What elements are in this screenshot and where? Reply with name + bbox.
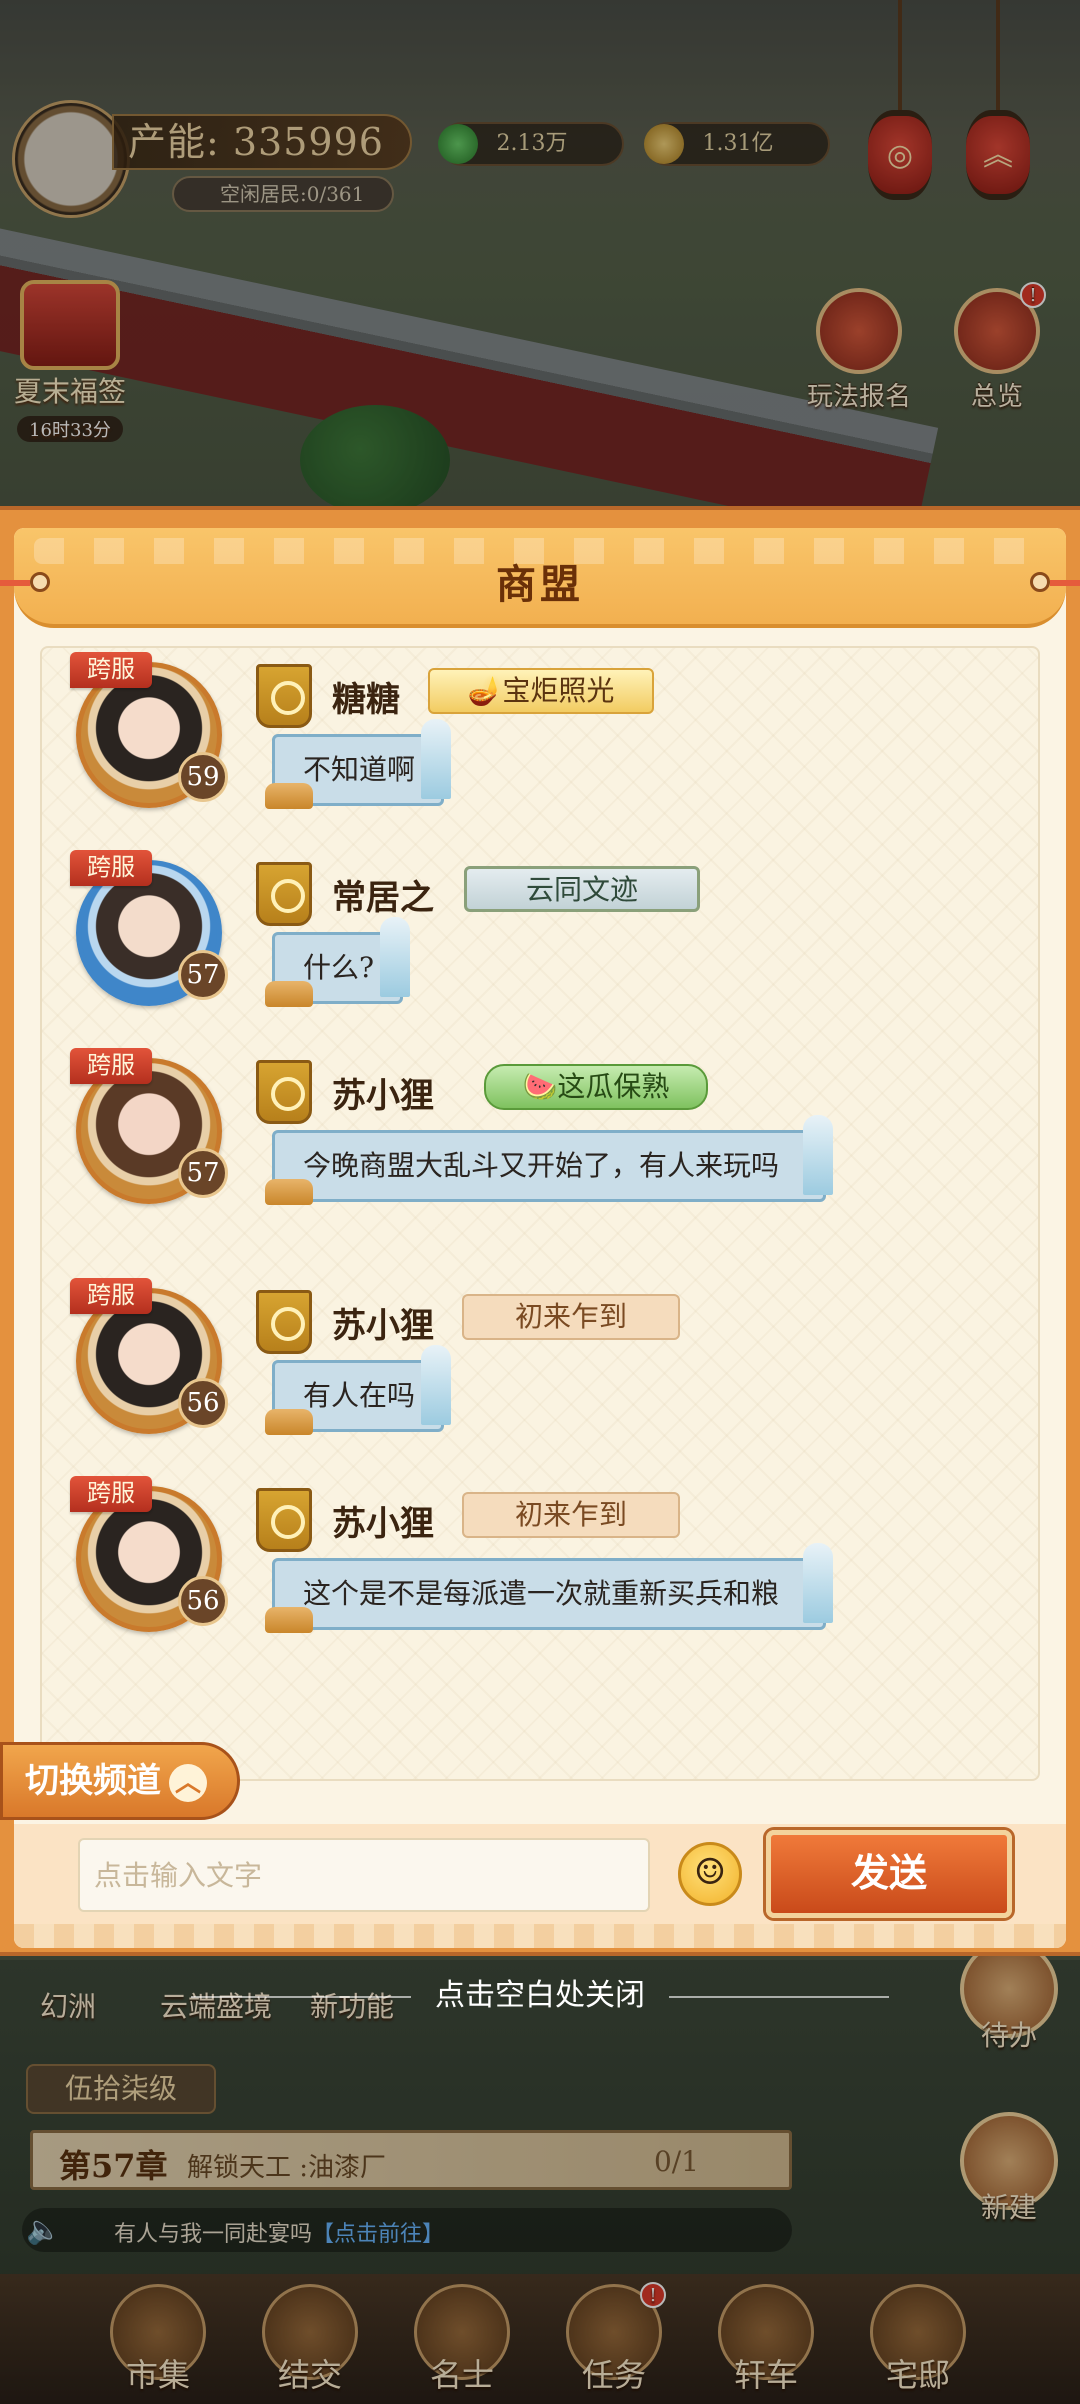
level-badge: 56 (178, 1576, 228, 1626)
close-hint-text: 点击空白处关闭 (435, 1978, 645, 2013)
guild-chat-panel: 商盟 跨服 59 糖糖 🪔宝炬照光 不知道啊 跨服 57 常居之 云同文迹 什么… (0, 506, 1080, 1956)
chevron-up-icon: ︿ (169, 1764, 207, 1802)
divider (669, 1996, 889, 1998)
panel-border-pattern (14, 1924, 1066, 1948)
lamp-icon: 🪔 (467, 674, 503, 707)
rope-decoration (1050, 580, 1080, 586)
switch-channel-button[interactable]: 切换频道 ︿ (0, 1742, 240, 1820)
title-badge: 🍉这瓜保熟 (484, 1064, 708, 1110)
chat-message: 跨服 56 苏小狸 初来乍到 有人在吗 (42, 1274, 1038, 1464)
chat-input[interactable] (78, 1838, 650, 1912)
level-badge: 56 (178, 1378, 228, 1428)
switch-channel-label: 切换频道 (25, 1761, 161, 1801)
guild-rank-icon (256, 1060, 312, 1124)
message-bubble[interactable]: 不知道啊 (264, 719, 452, 809)
level-badge: 59 (178, 752, 228, 802)
guild-rank-icon (256, 1488, 312, 1552)
server-tag: 跨服 (70, 1048, 152, 1084)
message-bubble[interactable]: 这个是不是每派遣一次就重新买兵和粮 (265, 1543, 833, 1633)
sender-name[interactable]: 苏小狸 (332, 1496, 434, 1545)
panel-body: 商盟 跨服 59 糖糖 🪔宝炬照光 不知道啊 跨服 57 常居之 云同文迹 什么… (0, 528, 1080, 1948)
sender-name[interactable]: 苏小狸 (332, 1068, 434, 1117)
server-tag: 跨服 (70, 652, 152, 688)
title-badge: 云同文迹 (464, 866, 700, 912)
send-button[interactable]: 发送 (766, 1830, 1012, 1918)
close-hint[interactable]: 点击空白处关闭 (0, 1970, 1080, 2014)
title-badge-text: 这瓜保熟 (557, 1070, 670, 1103)
sender-name[interactable]: 糖糖 (332, 672, 400, 721)
chat-message: 跨服 56 苏小狸 初来乍到 这个是不是每派遣一次就重新买兵和粮 (42, 1472, 1038, 1662)
panel-header: 商盟 (0, 528, 1080, 628)
chat-message: 跨服 57 苏小狸 🍉这瓜保熟 今晚商盟大乱斗又开始了，有人来玩吗 (42, 1044, 1038, 1234)
level-badge: 57 (178, 1148, 228, 1198)
message-bubble[interactable]: 什么? (264, 917, 411, 1007)
server-tag: 跨服 (70, 1476, 152, 1512)
title-badge-text: 宝炬照光 (502, 674, 615, 707)
sender-name[interactable]: 常居之 (332, 870, 434, 919)
divider (191, 1996, 411, 1998)
message-list[interactable]: 跨服 59 糖糖 🪔宝炬照光 不知道啊 跨服 57 常居之 云同文迹 什么? 跨… (40, 646, 1040, 1781)
message-bubble[interactable]: 今晚商盟大乱斗又开始了，有人来玩吗 (265, 1115, 833, 1205)
guild-rank-icon (256, 862, 312, 926)
title-badge: 初来乍到 (462, 1294, 680, 1340)
panel-title: 商盟 (496, 561, 584, 608)
level-badge: 57 (178, 950, 228, 1000)
message-bubble[interactable]: 有人在吗 (264, 1345, 452, 1435)
server-tag: 跨服 (70, 850, 152, 886)
sender-name[interactable]: 苏小狸 (332, 1298, 434, 1347)
title-badge: 🪔宝炬照光 (428, 668, 654, 714)
server-tag: 跨服 (70, 1278, 152, 1314)
guild-rank-icon (256, 664, 312, 728)
chat-message: 跨服 57 常居之 云同文迹 什么? (42, 846, 1038, 1036)
knob-decoration (1030, 572, 1050, 592)
chat-message: 跨服 59 糖糖 🪔宝炬照光 不知道啊 (42, 648, 1038, 838)
title-badge: 初来乍到 (462, 1492, 680, 1538)
melon-icon: 🍉 (522, 1070, 558, 1103)
guild-rank-icon (256, 1290, 312, 1354)
emoji-icon[interactable]: ☺ (678, 1842, 742, 1906)
